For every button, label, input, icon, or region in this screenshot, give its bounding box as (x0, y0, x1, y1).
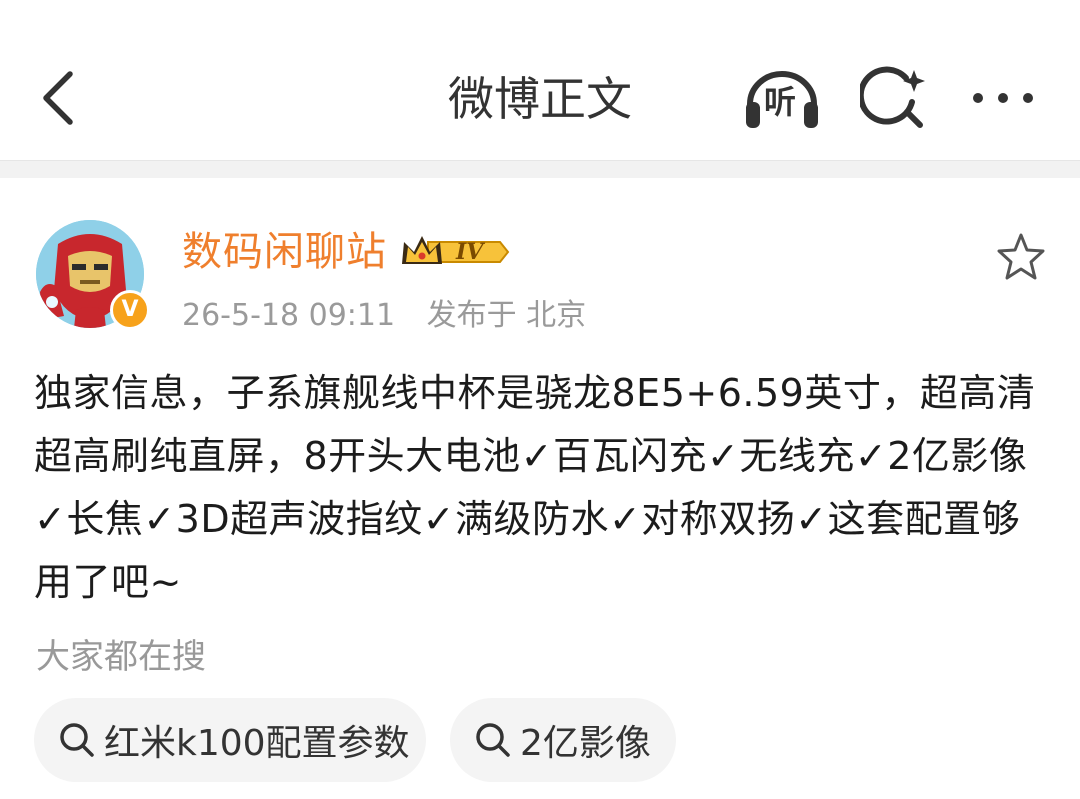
level-badge[interactable]: IV (400, 232, 512, 272)
avatar[interactable]: V (36, 220, 150, 330)
trending-search-chip-label: 红米k100配置参数 (104, 723, 410, 764)
trending-search-chip[interactable]: 红米k100配置参数 (34, 698, 426, 782)
post-body-text: 独家信息，子系旗舰线中杯是骁龙8E5+6.59英寸，超高清超高刷纯直屏，8开头大… (34, 371, 1036, 604)
search-sparkle-icon (857, 66, 925, 128)
star-outline-icon (997, 233, 1045, 280)
listen-label: 听 (764, 83, 797, 121)
post-location: 发布于 北京 (426, 298, 587, 333)
verified-v-icon: V (110, 290, 150, 330)
level-badge-label: IV (456, 239, 484, 265)
favorite-button[interactable] (994, 230, 1048, 284)
trending-search-heading: 大家都在搜 (36, 637, 206, 677)
more-dots-icon (973, 93, 1033, 103)
more-options-button[interactable] (968, 80, 1038, 116)
search-icon (60, 723, 94, 757)
trending-search-chip-label: 2亿影像 (520, 723, 651, 764)
trending-search-chip[interactable]: 2亿影像 (450, 698, 676, 782)
section-divider (0, 160, 1080, 178)
post-meta: 26-5-18 09:11 发布于 北京 (182, 296, 586, 336)
search-icon (476, 723, 510, 757)
post-timestamp: 26-5-18 09:11 (182, 298, 396, 333)
listen-button[interactable]: 听 (742, 68, 822, 132)
search-button[interactable] (857, 66, 930, 132)
author-name[interactable]: 数码闲聊站 (182, 226, 387, 278)
top-navigation-bar: 微博正文 听 (0, 0, 1080, 160)
verified-label: V (121, 297, 139, 322)
